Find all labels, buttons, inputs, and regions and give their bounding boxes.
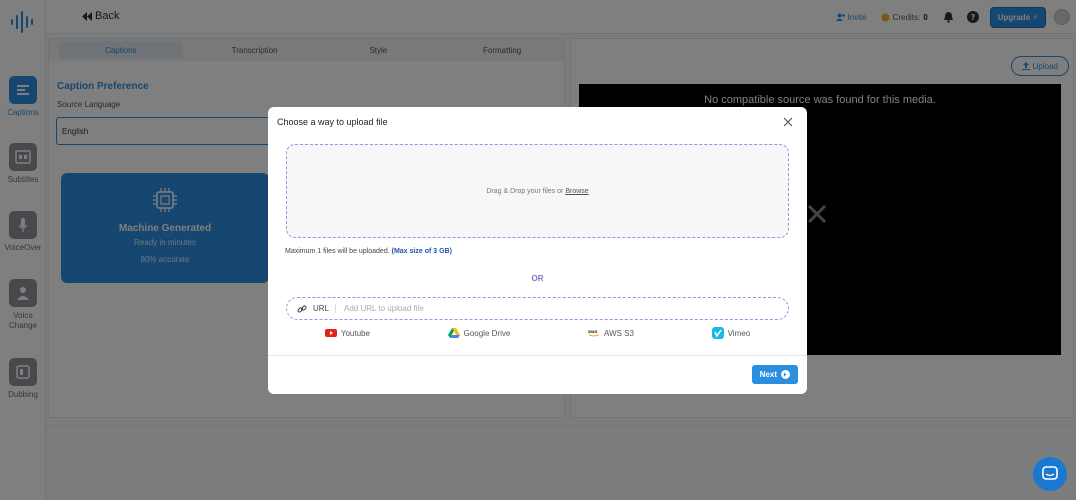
upload-modal: Choose a way to upload file Drag & Drop …: [268, 107, 807, 394]
max-files-note: Maximum 1 files will be uploaded. (Max s…: [285, 248, 452, 255]
max-files-text: Maximum 1 files will be uploaded.: [285, 248, 390, 255]
google-drive-icon: [447, 328, 460, 338]
source-label: Vimeo: [727, 328, 751, 338]
file-dropzone[interactable]: Drag & Drop your files or Browse: [286, 144, 789, 238]
url-input[interactable]: [344, 304, 725, 313]
modal-footer-divider: [268, 355, 807, 356]
dropzone-text: Drag & Drop your files or: [486, 187, 564, 195]
chat-icon: [1042, 466, 1058, 480]
youtube-icon: [324, 329, 337, 337]
next-button[interactable]: Next: [751, 365, 798, 384]
source-aws-s3[interactable]: aws AWS S3: [588, 327, 634, 339]
source-vimeo[interactable]: Vimeo: [711, 327, 751, 339]
browse-link[interactable]: Browse: [565, 188, 588, 195]
vimeo-icon: [711, 327, 724, 339]
source-label: Youtube: [340, 328, 370, 338]
url-label: URL: [313, 304, 337, 313]
url-input-box[interactable]: URL: [286, 297, 789, 320]
aws-icon: aws: [588, 330, 600, 337]
arrow-right-circle-icon: [781, 370, 790, 379]
source-youtube[interactable]: Youtube: [324, 327, 370, 339]
svg-text:aws: aws: [588, 330, 598, 335]
source-google-drive[interactable]: Google Drive: [447, 327, 511, 339]
chat-support-button[interactable]: [1033, 457, 1067, 491]
source-label: AWS S3: [603, 328, 634, 338]
close-icon[interactable]: [783, 117, 793, 127]
upload-sources: Youtube Google Drive aws AWS S3 Vimeo: [286, 327, 789, 339]
source-label: Google Drive: [463, 328, 511, 338]
link-icon: [297, 305, 307, 312]
max-size-text: (Max size of 3 GB): [391, 248, 452, 255]
next-label: Next: [759, 370, 777, 379]
modal-title: Choose a way to upload file: [277, 117, 388, 127]
or-divider: OR: [531, 274, 544, 283]
